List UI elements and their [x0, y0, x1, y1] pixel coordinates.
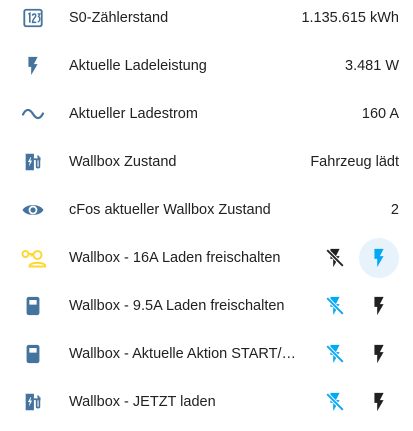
entity-label: Wallbox Zustand: [69, 154, 177, 170]
entities-card: S0-Zählerstand 1.135.615 kWh Aktuelle La…: [0, 0, 413, 431]
entity-label: Aktuelle Ladeleistung: [69, 58, 207, 74]
ev-station-icon: [20, 389, 46, 415]
ev-plug-icon: [20, 293, 46, 319]
account-key-icon: [20, 245, 46, 271]
entity-label: Aktueller Ladestrom: [69, 106, 198, 122]
flash-icon: [374, 392, 384, 412]
entity-label: Wallbox - JETZT laden: [69, 394, 216, 410]
counter-icon: [20, 5, 46, 31]
flash-off-icon: [325, 296, 345, 316]
ev-plug-icon: [20, 341, 46, 367]
entity-row-9-5a-unlock[interactable]: Wallbox - 9.5A Laden freischalten: [0, 282, 413, 330]
entity-label: S0-Zählerstand: [69, 10, 169, 26]
entity-row-cfos-state[interactable]: cFos aktueller Wallbox Zustand 2: [0, 186, 413, 234]
flash-icon: [374, 248, 384, 268]
flash-icon: [374, 296, 384, 316]
entity-label: Wallbox - Aktuelle Aktion START/STOP: [69, 346, 301, 362]
flash-off-icon: [325, 248, 345, 268]
entity-row-16a-unlock[interactable]: Wallbox - 16A Laden freischalten: [0, 234, 413, 282]
turn-on-button[interactable]: [359, 286, 399, 326]
entity-label: cFos aktueller Wallbox Zustand: [69, 202, 271, 218]
entity-row-charging-power[interactable]: Aktuelle Ladeleistung 3.481 W: [0, 42, 413, 90]
entity-label: Wallbox - 9.5A Laden freischalten: [69, 298, 285, 314]
entity-value: 3.481 W: [345, 58, 399, 74]
turn-off-button[interactable]: [315, 286, 355, 326]
entity-row-charge-now[interactable]: Wallbox - JETZT laden: [0, 378, 413, 426]
entity-value: 1.135.615 kWh: [301, 10, 399, 26]
entity-value: Fahrzeug lädt: [310, 154, 399, 170]
entity-row-current-action[interactable]: Wallbox - Aktuelle Aktion START/STOP: [0, 330, 413, 378]
turn-off-button[interactable]: [315, 382, 355, 422]
turn-on-button[interactable]: [359, 238, 399, 278]
turn-on-button[interactable]: [359, 334, 399, 374]
ev-station-icon: [20, 149, 46, 175]
flash-off-icon: [325, 344, 345, 364]
entity-value: 2: [390, 202, 399, 218]
flash-off-icon: [325, 392, 345, 412]
flash-icon: [20, 53, 46, 79]
turn-off-button[interactable]: [315, 334, 355, 374]
turn-on-button[interactable]: [359, 382, 399, 422]
flash-icon: [374, 344, 384, 364]
eye-icon: [20, 197, 46, 223]
turn-off-button[interactable]: [315, 238, 355, 278]
entity-row-charging-current[interactable]: Aktueller Ladestrom 160 A: [0, 90, 413, 138]
entity-row-wallbox-state[interactable]: Wallbox Zustand Fahrzeug lädt: [0, 138, 413, 186]
current-ac-icon: [20, 101, 46, 127]
entity-value: 160 A: [361, 106, 399, 122]
entity-row-s0-counter[interactable]: S0-Zählerstand 1.135.615 kWh: [0, 0, 413, 42]
entity-label: Wallbox - 16A Laden freischalten: [69, 250, 281, 266]
